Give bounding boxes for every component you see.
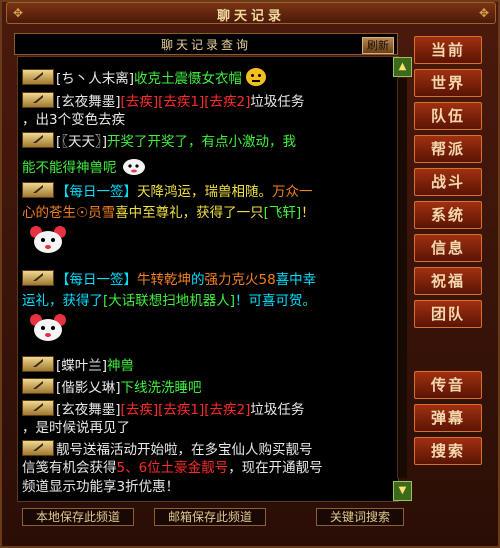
message-text: 万众一	[272, 184, 313, 200]
chat-message-continued: 频道显示功能享3折优惠！	[22, 479, 180, 495]
channel-badge-icon[interactable]	[22, 440, 54, 456]
chat-message: [玄夜舞墨][去疾][去疾1][去疾2]垃圾任务	[22, 92, 304, 111]
sender-name[interactable]: [偕影乂琳]	[56, 380, 121, 396]
message-text: 垃圾任务	[250, 94, 305, 110]
channel-badge-icon[interactable]	[22, 69, 54, 85]
message-text: 收克土震慑女衣帽	[134, 71, 243, 87]
message-text: 喜中幸	[275, 272, 317, 288]
channel-badge-icon[interactable]	[22, 132, 54, 148]
task-link[interactable]: [去疾1]	[158, 94, 204, 110]
chat-message: [玄夜舞墨][去疾][去疾1][去疾2]垃圾任务	[22, 400, 304, 419]
sheep-emoji-icon	[122, 159, 145, 175]
chat-message-continued: ，出3个变色去疾	[22, 112, 126, 128]
tab-danmaku[interactable]: 弹幕	[414, 404, 482, 432]
panel-title: 聊天记录查询	[160, 38, 251, 52]
chat-message-continued: 能不能得神兽呢	[22, 156, 147, 177]
refresh-button[interactable]: 刷新	[362, 37, 394, 54]
chat-message: [偕影乂琳]下线洗洗睡吧	[22, 378, 202, 397]
tab-system[interactable]: 系统	[414, 201, 482, 229]
item-link[interactable]: [大话联想扫地机器人]	[103, 293, 235, 309]
channel-badge-icon[interactable]	[22, 400, 54, 416]
task-link[interactable]: [去疾2]	[204, 402, 250, 418]
message-text: 的	[191, 272, 205, 288]
chat-message-continued: 信笺有机会获得5、6位土豪金靓号，现在开通靓号	[22, 459, 323, 477]
message-highlight: 5、6位土豪金靓号	[116, 460, 229, 476]
chat-message: 靓号送福活动开始啦，在多宝仙人购买靓号	[22, 440, 313, 459]
sender-name[interactable]: [玄夜舞墨]	[56, 94, 121, 110]
chat-message: 【每日一签】天降鸿运，瑞兽相随。万众一	[22, 182, 313, 201]
save-local-button[interactable]: 本地保存此频道	[22, 508, 134, 526]
message-text: 喜中至尊礼，获得了一只	[115, 205, 264, 221]
channel-tag: 【每日一签】	[56, 184, 137, 200]
channel-badge-icon[interactable]	[22, 270, 54, 286]
tab-squad[interactable]: 团队	[414, 300, 482, 328]
close-icon[interactable]: ✥	[477, 6, 491, 20]
channel-badge-icon[interactable]	[22, 182, 54, 198]
channel-badge-icon[interactable]	[22, 378, 54, 394]
chat-message-continued: 运礼，获得了[大话联想扫地机器人]！可喜可贺。	[22, 292, 316, 310]
window-title: 聊天记录	[216, 9, 285, 24]
message-text: 下线洗洗睡吧	[120, 380, 202, 396]
tab-search[interactable]: 搜索	[414, 437, 482, 465]
tab-info[interactable]: 信息	[414, 234, 482, 262]
keyword-search-button[interactable]: 关键词搜索	[316, 508, 404, 526]
channel-badge-icon[interactable]	[22, 92, 54, 108]
message-text: 牛转乾坤	[137, 272, 191, 288]
message-text: 能不能得神兽呢	[22, 160, 117, 176]
message-text: 神兽	[107, 358, 135, 374]
tab-blessing[interactable]: 祝福	[414, 267, 482, 295]
message-text: 开奖了开奖了，有点小激动，我	[107, 134, 297, 150]
channel-tag: 【每日一签】	[56, 272, 137, 288]
sender-name[interactable]: [玄夜舞墨]	[56, 402, 121, 418]
scrollbar-track[interactable]	[397, 78, 407, 478]
tab-battle[interactable]: 战斗	[414, 168, 482, 196]
scroll-up-arrow-icon[interactable]: ▲	[393, 57, 412, 77]
smiley-emoji-icon	[246, 68, 267, 86]
sender-name[interactable]: [蝶叶兰]	[56, 358, 107, 374]
chat-message: [蝶叶兰]神兽	[22, 356, 134, 375]
title-bar: ✥ 聊天记录 ✥	[6, 2, 496, 24]
message-text: 垃圾任务	[250, 402, 305, 418]
task-link[interactable]: [去疾1]	[158, 402, 204, 418]
tab-guild[interactable]: 帮派	[414, 135, 482, 163]
player-link[interactable]: 苍生☉员雪	[49, 205, 115, 221]
task-link[interactable]: [去疾]	[121, 402, 159, 418]
channel-badge-icon[interactable]	[22, 356, 54, 372]
message-text: 信笺有机会获得	[22, 460, 117, 476]
tab-whisper[interactable]: 传音	[414, 371, 482, 399]
chat-message: [〖天天〗]开奖了开奖了，有点小激动，我	[22, 132, 296, 151]
task-link[interactable]: [去疾]	[121, 94, 159, 110]
tab-current[interactable]: 当前	[414, 36, 482, 64]
item-link[interactable]: [飞轩]	[264, 205, 302, 221]
panel-header: 聊天记录查询	[14, 33, 398, 55]
sender-name[interactable]: [〖天天〗]	[56, 134, 107, 150]
sender-name[interactable]: [ち丶人末离]	[56, 71, 134, 87]
message-text: 心的	[22, 205, 49, 221]
tab-world[interactable]: 世界	[414, 69, 482, 97]
tab-team[interactable]: 队伍	[414, 102, 482, 130]
chat-message-continued: ，是时候说再见了	[22, 420, 130, 436]
player-link[interactable]: 强力克火58	[205, 272, 276, 288]
message-text: 运礼，获得了	[22, 293, 103, 309]
message-text: 天降鸿运，瑞兽相随。	[137, 184, 272, 200]
message-text: ！可喜可贺。	[235, 293, 317, 309]
ghost-emoji-icon	[30, 226, 66, 253]
scroll-down-arrow-icon[interactable]: ▼	[393, 481, 412, 501]
chat-message: 【每日一签】牛转乾坤的强力克火58喜中幸	[22, 270, 316, 289]
save-mail-button[interactable]: 邮箱保存此频道	[154, 508, 266, 526]
message-text: 靓号送福活动开始啦，在多宝仙人购买靓号	[56, 442, 313, 458]
chat-message-continued: 心的苍生☉员雪喜中至尊礼，获得了一只[飞轩]！	[22, 204, 315, 222]
chat-message: [ち丶人末离]收克土震慑女衣帽	[22, 68, 267, 88]
message-text: ，现在开通靓号	[228, 460, 323, 476]
ghost-emoji-icon	[30, 314, 66, 341]
task-link[interactable]: [去疾2]	[204, 94, 250, 110]
message-text: ！	[301, 205, 315, 221]
